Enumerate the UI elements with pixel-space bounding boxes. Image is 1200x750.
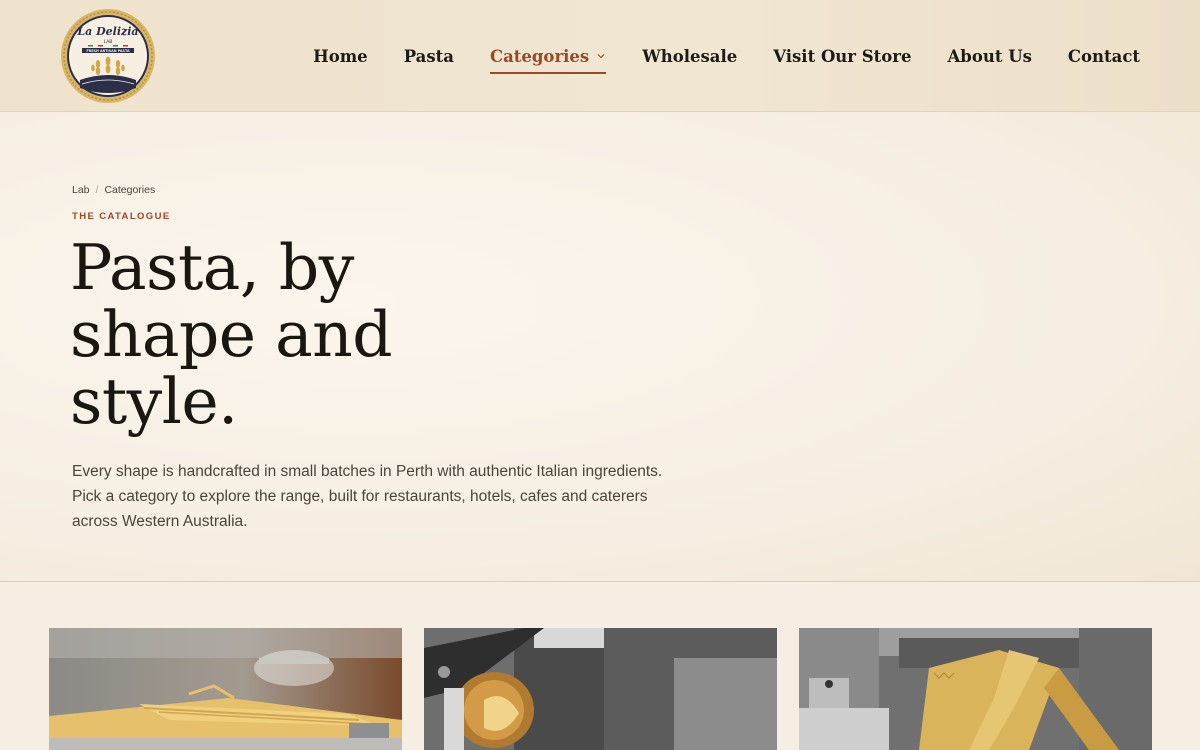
- brand-logo[interactable]: La Delizia LAB FRESH ARTISAN PASTA: [60, 8, 156, 104]
- svg-text:La Delizia: La Delizia: [76, 25, 138, 38]
- page-title-line-3: style.: [70, 365, 238, 438]
- nav-visit-store[interactable]: Visit Our Store: [773, 47, 911, 66]
- pasta-cutter-photo: [799, 628, 1152, 750]
- pasta-sheets-photo: [49, 628, 402, 750]
- nav-contact[interactable]: Contact: [1068, 47, 1140, 66]
- nav-about[interactable]: About Us: [947, 47, 1031, 66]
- category-card-2[interactable]: [424, 628, 777, 750]
- svg-text:FRESH ARTISAN PASTA: FRESH ARTISAN PASTA: [86, 49, 130, 53]
- breadcrumb: Lab / Categories: [72, 184, 155, 196]
- breadcrumb-separator: /: [95, 184, 99, 196]
- site-header: La Delizia LAB FRESH ARTISAN PASTA Home: [0, 0, 1200, 112]
- page-title-line-2: shape and: [70, 298, 393, 371]
- nav-contact-label: Contact: [1067, 46, 1140, 66]
- nav-home-label: Home: [313, 46, 368, 66]
- hero-section: Lab / Categories THE CATALOGUE Pasta, by…: [0, 112, 1200, 582]
- nav-categories[interactable]: Categories: [489, 46, 607, 74]
- category-card-3[interactable]: [799, 628, 1152, 750]
- nav-categories-label: Categories: [489, 46, 590, 66]
- nav-about-label: About Us: [947, 46, 1032, 66]
- breadcrumb-current: Categories: [104, 184, 156, 196]
- section-divider: [0, 581, 1200, 582]
- category-card-1[interactable]: [49, 628, 402, 750]
- hero-lead-text: Every shape is handcrafted in small batc…: [72, 463, 663, 530]
- page-title-line-1: Pasta, by: [70, 231, 354, 304]
- chevron-down-icon: [597, 54, 605, 59]
- category-cards: [49, 628, 1152, 750]
- pasta-extruder-photo: [424, 628, 777, 750]
- main-nav: Home Pasta Categories Wholesale Visit Ou…: [277, 0, 1140, 112]
- nav-wholesale-label: Wholesale: [642, 46, 738, 66]
- page-title: Pasta, by shape and style.: [70, 234, 490, 435]
- nav-pasta[interactable]: Pasta: [404, 47, 454, 66]
- nav-pasta-label: Pasta: [403, 46, 454, 66]
- breadcrumb-home-link[interactable]: Lab: [72, 184, 90, 196]
- logo-emblem-icon: La Delizia LAB FRESH ARTISAN PASTA: [61, 9, 155, 103]
- nav-home[interactable]: Home: [313, 47, 368, 66]
- hero-eyebrow: THE CATALOGUE: [72, 211, 171, 222]
- nav-visit-store-label: Visit Our Store: [773, 46, 912, 66]
- nav-wholesale[interactable]: Wholesale: [642, 47, 737, 66]
- svg-text:LAB: LAB: [104, 39, 113, 45]
